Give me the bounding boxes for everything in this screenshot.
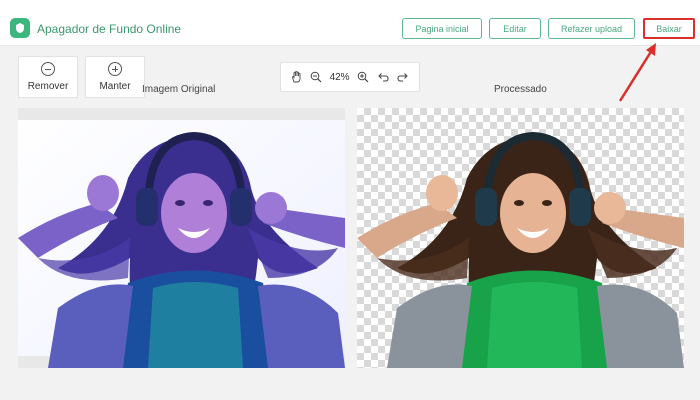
zoom-toolbar: 42% [280,62,420,92]
undo-icon[interactable] [377,72,389,83]
redo-icon[interactable] [397,72,409,83]
original-photo [18,108,345,368]
edit-button[interactable]: Editar [489,18,541,39]
home-button[interactable]: Pagina inicial [402,18,482,39]
processed-photo [357,131,684,368]
keep-tool-button[interactable]: Manter [85,56,145,98]
original-image-panel [18,108,345,368]
download-button[interactable]: Baixar [643,18,695,39]
app-logo-icon [10,18,30,38]
processed-image-panel [357,108,684,368]
remove-tool-button[interactable]: Remover [18,56,78,98]
zoom-in-icon[interactable] [357,71,369,83]
original-image-label: Imagem Original [142,84,216,95]
hand-pan-icon[interactable] [291,71,302,83]
top-header: Apagador de Fundo Online Pagina inicial … [0,0,700,46]
keep-tool-label: Manter [99,81,131,92]
reupload-button[interactable]: Refazer upload [548,18,635,39]
processed-image-label: Processado [494,84,547,95]
plus-circle-icon [108,62,122,76]
minus-circle-icon [41,62,55,76]
zoom-level: 42% [329,71,350,83]
app-title: Apagador de Fundo Online [37,22,182,36]
remove-tool-label: Remover [27,81,69,92]
zoom-out-icon[interactable] [310,71,322,83]
